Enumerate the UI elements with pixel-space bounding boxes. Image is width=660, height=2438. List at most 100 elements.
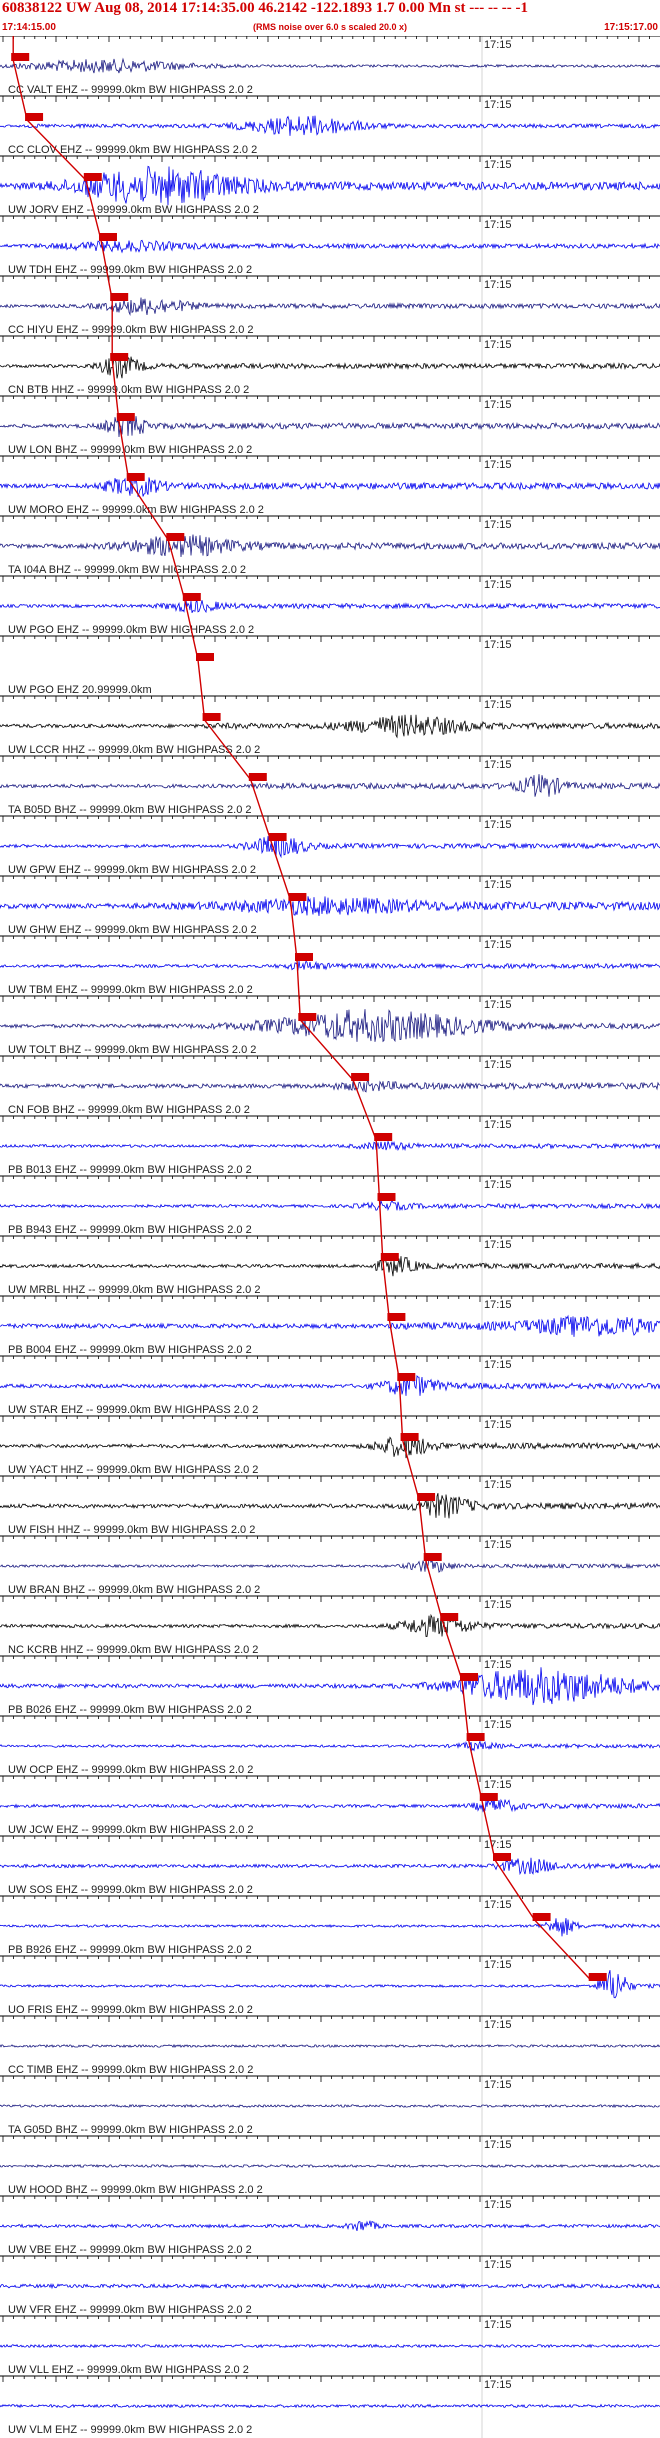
station-label: UW VBE EHZ -- 99999.0km BW HIGHPASS 2.0 …: [8, 2244, 252, 2256]
station-label: UW OCP EHZ -- 99999.0km BW HIGHPASS 2.0 …: [8, 1764, 253, 1776]
trace-row: 17:15 PB B926 EHZ -- 99999.0km BW HIGHPAS…: [0, 1895, 660, 1956]
trace-row: 17:15 UW MORO EHZ -- 99999.0km BW HIGHPAS…: [0, 455, 660, 516]
phase-pick-marker: [397, 1373, 416, 1381]
minute-label: 17:15: [484, 1839, 512, 1851]
minute-label: 17:15: [484, 1779, 512, 1791]
trace-row: 17:15 TA G05D BHZ -- 99999.0km BW HIGHPAS…: [0, 2075, 660, 2136]
phase-pick-marker: [374, 1133, 393, 1141]
trace-row: 17:15 UO FRIS EHZ -- 99999.0km BW HIGHPAS…: [0, 1955, 660, 2016]
trace-row: 17:15 UW GHW EHZ -- 99999.0km BW HIGHPASS…: [0, 875, 660, 936]
station-label: PB B004 EHZ -- 99999.0km BW HIGHPASS 2.0…: [8, 1344, 252, 1356]
minute-label: 17:15: [484, 639, 512, 651]
waveform: [0, 355, 660, 379]
trace-row: 17:15 CN FOB BHZ -- 99999.0km BW HIGHPASS…: [0, 1055, 660, 1116]
minute-label: 17:15: [484, 339, 512, 351]
trace-row: 17:15 UW TDH EHZ -- 99999.0km BW HIGHPASS…: [0, 215, 660, 276]
waveform: [0, 2403, 660, 2409]
trace-row: 17:15 NC KCRB HHZ -- 99999.0km BW HIGHPAS…: [0, 1595, 660, 1656]
station-label: UW MRBL HHZ -- 99999.0km BW HIGHPASS 2.0…: [8, 1284, 260, 1296]
waveform: [0, 774, 660, 797]
station-label: TA G05D BHZ -- 99999.0km BW HIGHPASS 2.0…: [8, 2124, 253, 2136]
station-label: UW VFR EHZ -- 99999.0km BW HIGHPASS 2.0 …: [8, 2304, 252, 2316]
waveform: [0, 2282, 660, 2290]
station-label: TA B05D BHZ -- 99999.0km BW HIGHPASS 2.0…: [8, 804, 252, 816]
end-time-label: 17:15:17.00: [604, 22, 658, 33]
trace-row: 17:15 UW YACT HHZ -- 99999.0km BW HIGHPAS…: [0, 1415, 660, 1476]
trace-row: 17:15 PB B004 EHZ -- 99999.0km BW HIGHPAS…: [0, 1295, 660, 1356]
waveform: [0, 2220, 660, 2232]
minute-label: 17:15: [484, 1059, 512, 1071]
phase-pick-marker: [400, 1433, 419, 1441]
trace-row: 17:15 UW STAR EHZ -- 99999.0km BW HIGHPAS…: [0, 1355, 660, 1416]
minute-label: 17:15: [484, 1599, 512, 1611]
waveform: [0, 115, 660, 136]
trace-row: 17:15 UW VFR EHZ -- 99999.0km BW HIGHPASS…: [0, 2255, 660, 2316]
station-label: UW JCW EHZ -- 99999.0km BW HIGHPASS 2.0 …: [8, 1824, 254, 1836]
trace-row: 17:15 PB B013 EHZ -- 99999.0km BW HIGHPAS…: [0, 1115, 660, 1176]
minute-label: 17:15: [484, 579, 512, 591]
waveform: [0, 598, 660, 614]
phase-pick-marker: [116, 413, 135, 421]
trace-row: 17:15 UW MRBL HHZ -- 99999.0km BW HIGHPAS…: [0, 1235, 660, 1296]
station-label: PB B926 EHZ -- 99999.0km BW HIGHPASS 2.0…: [8, 1944, 252, 1956]
rms-scaling-note: (RMS noise over 6.0 s scaled 20.0 x): [252, 22, 408, 32]
minute-label: 17:15: [484, 39, 512, 51]
waveform: [0, 1375, 660, 1396]
station-label: UW VLM EHZ -- 99999.0km BW HIGHPASS 2.0 …: [8, 2424, 252, 2436]
waveform: [0, 1140, 660, 1152]
waveform: [0, 1969, 660, 1999]
waveform: [0, 1200, 660, 1212]
minute-label: 17:15: [484, 2199, 512, 2211]
waveform: [0, 57, 660, 74]
trace-row: 17:15 UW VBE EHZ -- 99999.0km BW HIGHPASS…: [0, 2195, 660, 2256]
station-label: CN FOB BHZ -- 99999.0km BW HIGHPASS 2.0 …: [8, 1104, 250, 1116]
trace-row: 17:15 UW TBM EHZ -- 99999.0km BW HIGHPASS…: [0, 935, 660, 996]
waveform: [0, 714, 660, 739]
phase-pick-marker: [460, 1673, 478, 1681]
station-label: UW GHW EHZ -- 99999.0km BW HIGHPASS 2.0 …: [8, 924, 257, 936]
waveform: [0, 896, 660, 916]
station-label: TA I04A BHZ -- 99999.0km BW HIGHPASS 2.0…: [8, 564, 246, 576]
minute-label: 17:15: [484, 219, 512, 231]
station-label: UO FRIS EHZ -- 99999.0km BW HIGHPASS 2.0…: [8, 2004, 253, 2016]
waveform: [0, 1009, 660, 1043]
waveform: [0, 297, 660, 316]
minute-label: 17:15: [484, 1419, 512, 1431]
minute-label: 17:15: [484, 159, 512, 171]
trace-row: 17:15 UW FISH HHZ -- 99999.0km BW HIGHPAS…: [0, 1475, 660, 1536]
phase-pick-marker: [110, 293, 129, 301]
waveform: [0, 165, 660, 206]
trace-row: 17:15 UW JCW EHZ -- 99999.0km BW HIGHPASS…: [0, 1775, 660, 1836]
minute-label: 17:15: [484, 939, 512, 951]
station-label: UW TDH EHZ -- 99999.0km BW HIGHPASS 2.0 …: [8, 264, 252, 276]
phase-pick-marker: [288, 893, 307, 901]
phase-pick-marker: [98, 233, 117, 241]
station-label: UW TOLT BHZ -- 99999.0km BW HIGHPASS 2.0…: [8, 1044, 256, 1056]
minute-label: 17:15: [484, 519, 512, 531]
waveform: [0, 1797, 660, 1813]
phase-pick-marker: [351, 1073, 370, 1081]
station-label: CC VALT EHZ -- 99999.0km BW HIGHPASS 2.0…: [8, 84, 253, 96]
waveform: [0, 1739, 660, 1752]
trace-row: 17:15 PB B943 EHZ -- 99999.0km BW HIGHPAS…: [0, 1175, 660, 1236]
waveform: [0, 239, 660, 254]
trace-row: 17:15 UW LON BHZ -- 99999.0km BW HIGHPASS…: [0, 395, 660, 456]
trace-row: 17:15 UW OCP EHZ -- 99999.0km BW HIGHPASS…: [0, 1715, 660, 1776]
minute-label: 17:15: [484, 1539, 512, 1551]
minute-label: 17:15: [484, 999, 512, 1011]
minute-label: 17:15: [484, 1659, 512, 1671]
minute-label: 17:15: [484, 1299, 512, 1311]
station-label: UW LON BHZ -- 99999.0km BW HIGHPASS 2.0 …: [8, 444, 252, 456]
station-label: UW FISH HHZ -- 99999.0km BW HIGHPASS 2.0…: [8, 1524, 255, 1536]
phase-pick-marker: [380, 1253, 399, 1261]
phase-pick-marker: [248, 773, 267, 781]
trace-row: 17:15 UW SOS EHZ -- 99999.0km BW HIGHPASS…: [0, 1835, 660, 1896]
trace-row: 17:15 TA B05D BHZ -- 99999.0km BW HIGHPAS…: [0, 755, 660, 816]
station-label: CC HIYU EHZ -- 99999.0km BW HIGHPASS 2.0…: [8, 324, 254, 336]
station-label: UW PGO EHZ 20.99999.0km: [8, 684, 152, 696]
station-label: PB B013 EHZ -- 99999.0km BW HIGHPASS 2.0…: [8, 1164, 252, 1176]
waveform: [0, 960, 660, 971]
minute-label: 17:15: [484, 399, 512, 411]
trace-row: 17:15 CC TIMB EHZ -- 99999.0km BW HIGHPAS…: [0, 2015, 660, 2076]
waveform: [0, 413, 660, 438]
